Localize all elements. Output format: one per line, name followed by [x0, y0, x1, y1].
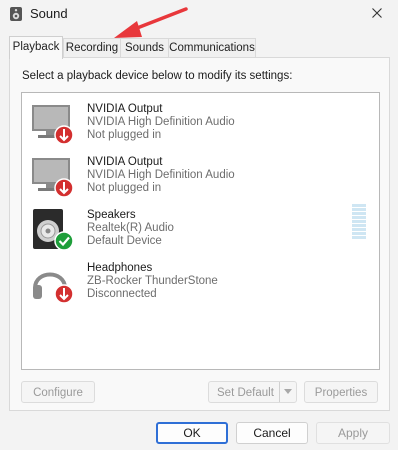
headphones-icon — [33, 272, 74, 304]
unplugged-badge-icon — [54, 125, 74, 145]
set-default-button[interactable]: Set Default — [208, 381, 297, 403]
close-button[interactable] — [362, 2, 392, 24]
device-item[interactable]: Speakers Realtek(R) Audio Default Device — [30, 207, 370, 257]
default-check-badge-icon — [54, 231, 74, 251]
device-item[interactable]: NVIDIA Output NVIDIA High Definition Aud… — [30, 154, 370, 204]
device-status: Disconnected — [87, 288, 157, 300]
playback-panel: Select a playback device below to modify… — [9, 57, 390, 411]
speaker-device-icon — [33, 209, 74, 251]
chevron-down-icon — [284, 389, 292, 394]
instruction-text: Select a playback device below to modify… — [22, 70, 293, 82]
unplugged-badge-icon — [54, 178, 74, 198]
tab-playback[interactable]: Playback — [9, 36, 63, 59]
ok-button[interactable]: OK — [156, 422, 228, 444]
device-name: NVIDIA Output — [87, 156, 163, 168]
device-item[interactable]: Headphones ZB-Rocker ThunderStone Discon… — [30, 260, 370, 310]
device-driver: ZB-Rocker ThunderStone — [87, 275, 218, 287]
title-bar: Sound — [0, 0, 398, 28]
window-title: Sound — [30, 6, 68, 21]
properties-button[interactable]: Properties — [304, 381, 378, 403]
device-status: Not plugged in — [87, 182, 162, 194]
speaker-icon — [10, 7, 22, 21]
volume-level-meter — [352, 204, 366, 240]
set-default-label: Set Default — [217, 387, 274, 399]
configure-button[interactable]: Configure — [21, 381, 95, 403]
device-status: Not plugged in — [87, 129, 162, 141]
device-name: NVIDIA Output — [87, 103, 163, 115]
apply-button[interactable]: Apply — [316, 422, 390, 444]
annotation-arrow-icon — [114, 7, 188, 38]
unplugged-badge-icon — [54, 284, 74, 304]
device-item[interactable]: NVIDIA Output NVIDIA High Definition Aud… — [30, 101, 370, 151]
monitor-icon — [32, 105, 74, 145]
monitor-icon — [32, 158, 74, 198]
cancel-button[interactable]: Cancel — [236, 422, 308, 444]
device-driver: Realtek(R) Audio — [87, 222, 174, 234]
device-list[interactable]: NVIDIA Output NVIDIA High Definition Aud… — [21, 92, 380, 370]
set-default-dropdown[interactable] — [279, 382, 296, 402]
device-status: Default Device — [87, 235, 162, 247]
close-icon — [372, 8, 382, 18]
device-name: Headphones — [87, 262, 153, 274]
device-driver: NVIDIA High Definition Audio — [87, 116, 235, 128]
device-name: Speakers — [87, 209, 136, 221]
device-driver: NVIDIA High Definition Audio — [87, 169, 235, 181]
